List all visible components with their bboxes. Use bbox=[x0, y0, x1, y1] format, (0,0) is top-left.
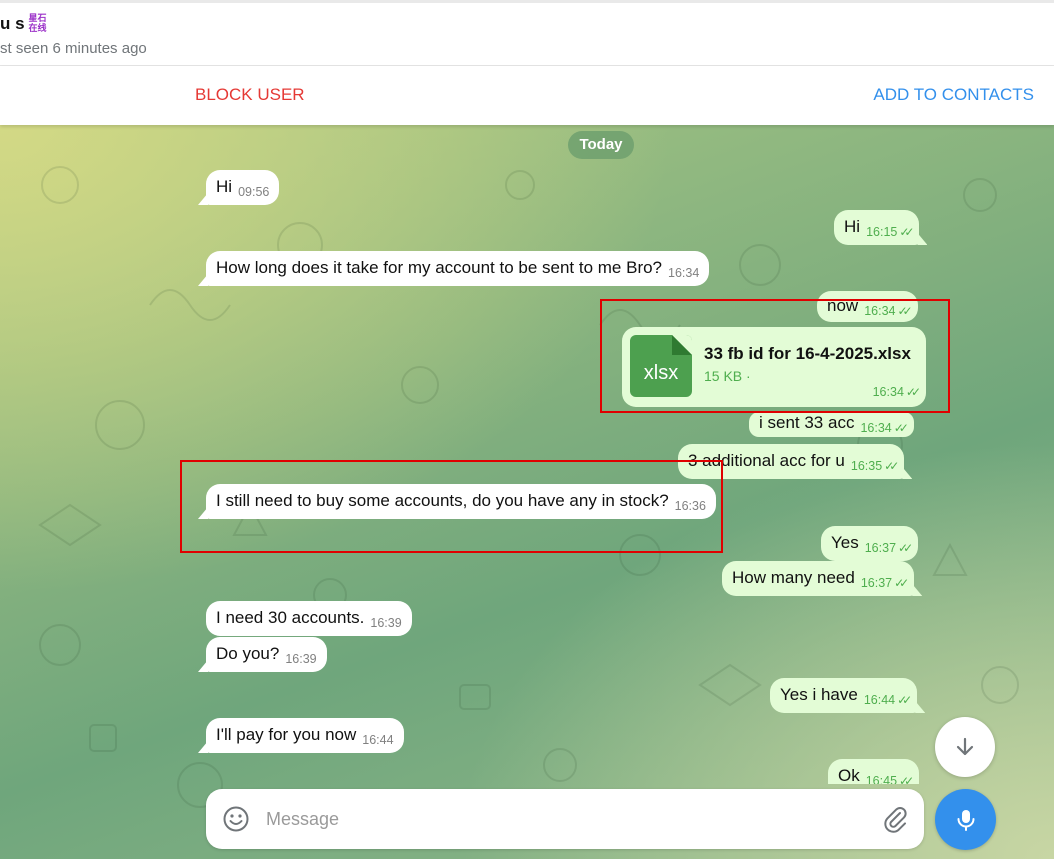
add-to-contacts-button[interactable]: ADD TO CONTACTS bbox=[873, 85, 1034, 105]
message-incoming[interactable]: I'll pay for you now 16:44 bbox=[206, 718, 404, 753]
microphone-icon bbox=[957, 809, 974, 831]
contact-action-bar: BLOCK USER ADD TO CONTACTS bbox=[0, 66, 1054, 125]
read-checks-icon: ✓✓ bbox=[898, 541, 913, 555]
message-time: 16:39 bbox=[285, 652, 317, 666]
message-text: I need 30 accounts. bbox=[216, 608, 365, 627]
message-outgoing[interactable]: How many need 16:37 ✓✓ bbox=[722, 561, 915, 596]
name-badge: 星石在线 bbox=[28, 13, 47, 33]
message-time: 16:44 bbox=[362, 733, 394, 747]
message-input[interactable] bbox=[266, 803, 866, 835]
message-outgoing[interactable]: i sent 33 acc 16:34 ✓✓ bbox=[749, 412, 914, 437]
last-seen-status: st seen 6 minutes ago bbox=[0, 40, 147, 57]
block-user-button[interactable]: BLOCK USER bbox=[195, 85, 305, 105]
message-time: 16:39 bbox=[370, 616, 402, 630]
message-time: 16:15 bbox=[866, 225, 898, 239]
smile-icon[interactable] bbox=[222, 805, 250, 833]
message-text: Hi bbox=[844, 217, 861, 236]
message-text: i sent 33 acc bbox=[759, 413, 855, 432]
message-text: Hi bbox=[216, 177, 233, 196]
message-incoming[interactable]: Hi 09:56 bbox=[206, 170, 280, 205]
message-outgoing[interactable]: Yes i have 16:44 ✓✓ bbox=[770, 678, 918, 713]
highlight-box-file bbox=[600, 299, 950, 413]
paperclip-icon[interactable] bbox=[881, 805, 909, 833]
message-time: 16:45 bbox=[865, 774, 898, 784]
message-incoming[interactable]: How long does it take for my account to … bbox=[206, 251, 710, 286]
read-checks-icon: ✓✓ bbox=[884, 459, 899, 473]
message-text: Yes i have bbox=[780, 685, 858, 704]
message-text: Yes bbox=[831, 533, 859, 552]
message-outgoing[interactable]: Ok 16:45 ✓✓ bbox=[828, 759, 920, 784]
contact-name[interactable]: u s 星石在线 bbox=[0, 13, 49, 35]
highlight-box-question bbox=[180, 460, 723, 553]
read-checks-icon: ✓✓ bbox=[894, 576, 909, 590]
read-checks-icon: ✓✓ bbox=[893, 421, 909, 435]
message-incoming[interactable]: Do you? 16:39 bbox=[206, 637, 327, 672]
message-time: 16:34 bbox=[860, 421, 892, 435]
read-checks-icon: ✓✓ bbox=[897, 693, 912, 707]
microphone-button[interactable] bbox=[935, 789, 996, 850]
message-text: How long does it take for my account to … bbox=[216, 258, 663, 277]
message-composer bbox=[206, 789, 924, 849]
message-time: 16:35 bbox=[850, 459, 883, 473]
read-checks-icon: ✓✓ bbox=[899, 225, 914, 239]
message-incoming[interactable]: I need 30 accounts. 16:39 bbox=[206, 601, 412, 636]
message-time: 16:44 bbox=[863, 693, 896, 707]
contact-name-text: u s bbox=[0, 14, 25, 33]
message-text: Ok bbox=[838, 766, 860, 784]
date-separator: Today bbox=[568, 131, 634, 159]
message-outgoing[interactable]: Hi 16:15 ✓✓ bbox=[834, 210, 920, 245]
message-time: 16:37 bbox=[860, 576, 893, 590]
chat-header: u s 星石在线 st seen 6 minutes ago bbox=[0, 0, 1054, 66]
read-checks-icon: ✓✓ bbox=[899, 774, 914, 784]
message-time: 16:37 bbox=[864, 541, 897, 555]
message-outgoing[interactable]: Yes 16:37 ✓✓ bbox=[821, 526, 919, 561]
message-text: Do you? bbox=[216, 644, 280, 663]
scroll-down-button[interactable] bbox=[935, 717, 995, 777]
arrow-down-icon bbox=[956, 737, 974, 756]
message-time: 16:34 bbox=[668, 266, 700, 280]
message-text: How many need bbox=[732, 568, 855, 587]
message-time: 09:56 bbox=[238, 185, 270, 199]
message-text: I'll pay for you now bbox=[216, 725, 357, 744]
